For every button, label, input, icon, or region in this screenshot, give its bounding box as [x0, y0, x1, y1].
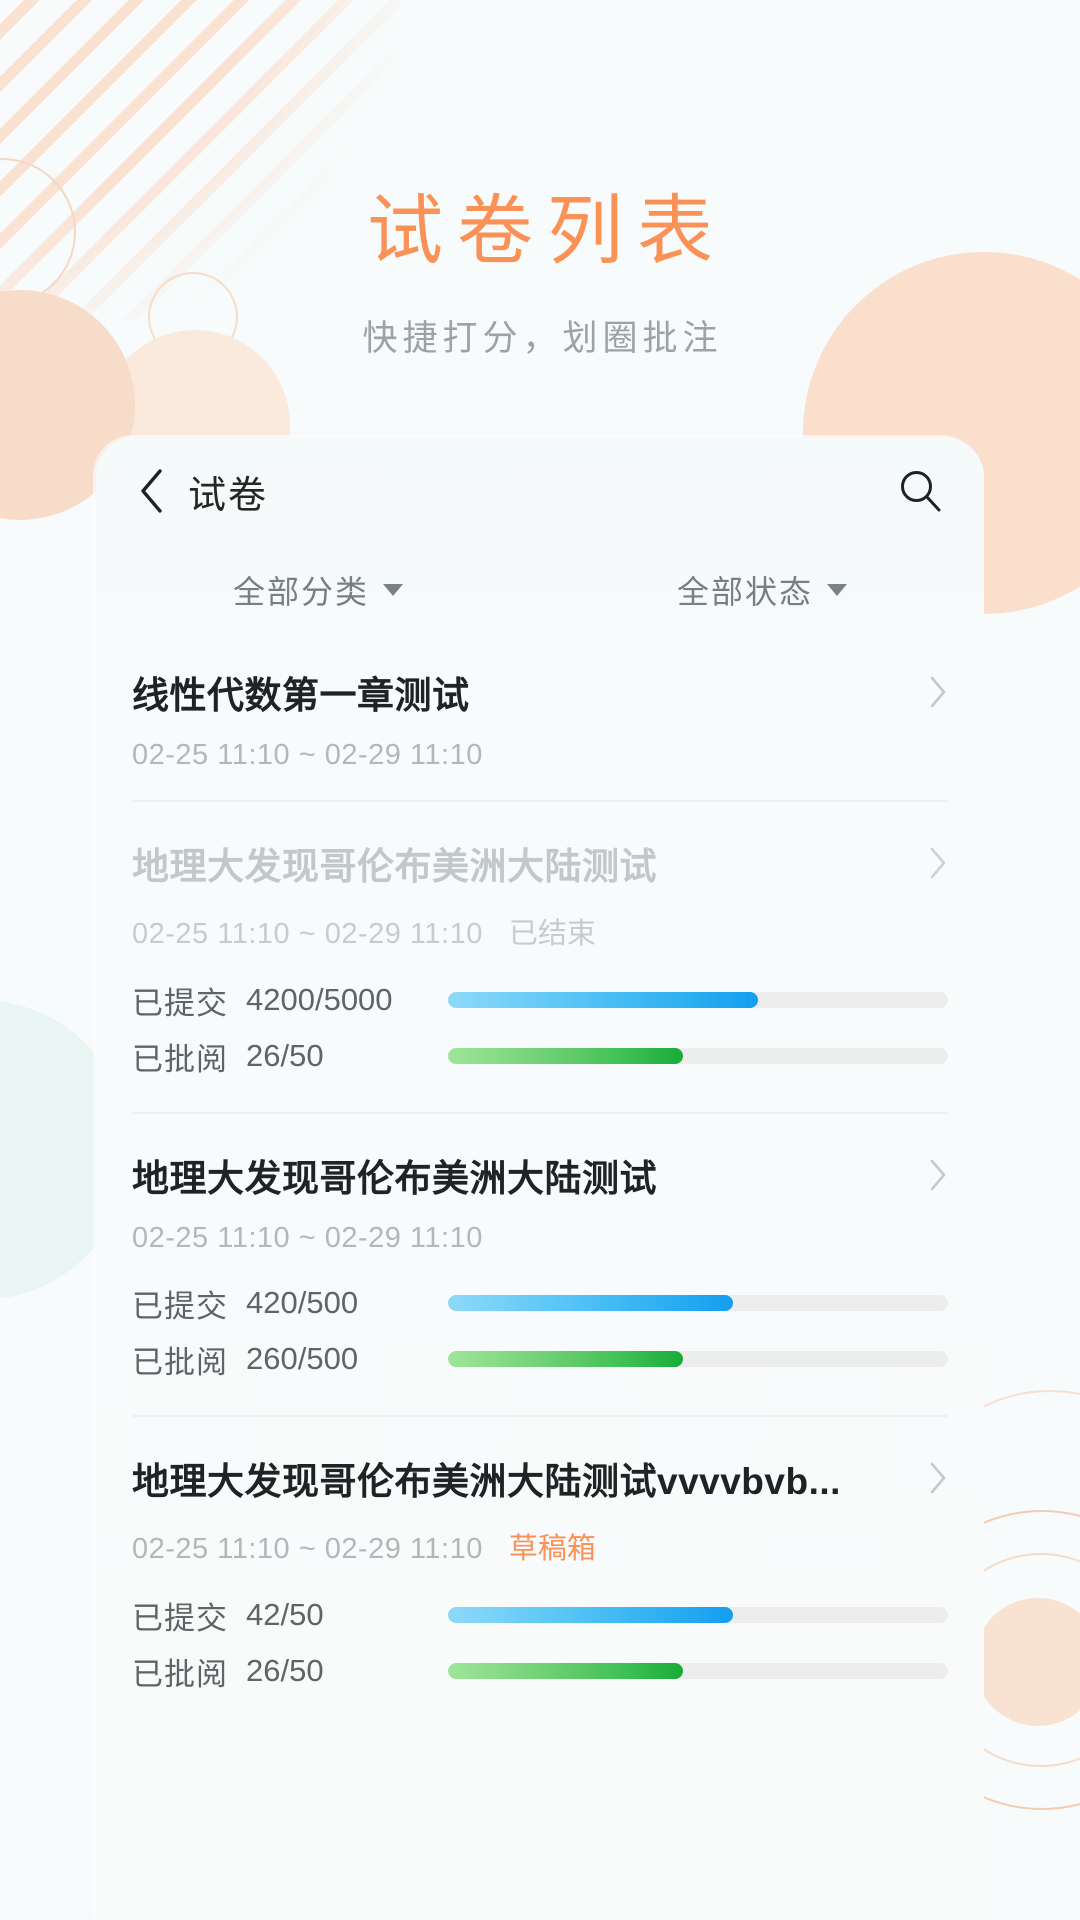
list-item-title: 地理大发现哥伦布美洲大陆测试vvvvbvb...	[132, 1461, 841, 1502]
list-item-header: 地理大发现哥伦布美洲大陆测试	[132, 836, 948, 890]
progress-label-submitted: 已提交	[132, 1288, 228, 1324]
progress-label-reviewed: 已批阅	[132, 1344, 228, 1380]
progress-fill-reviewed	[448, 1663, 683, 1679]
status-badge: 草稿箱	[508, 1533, 596, 1565]
list-item[interactable]: 地理大发现哥伦布美洲大陆测试vvvvbvb... 02-25 11:10 ~ 0…	[132, 1417, 948, 1727]
chevron-down-icon	[827, 584, 847, 596]
filter-category-label: 全部分类	[232, 574, 369, 610]
progress-fill-reviewed	[448, 1351, 683, 1367]
progress-value-reviewed: 26/50	[246, 1653, 324, 1688]
list-item-header: 地理大发现哥伦布美洲大陆测试	[132, 1148, 948, 1202]
chevron-right-icon[interactable]	[912, 675, 948, 709]
phone-screen-card: 试卷 全部分类 全部状态 线性代数第一章测试 02-25 11:10 ~ 02-…	[96, 437, 984, 1920]
progress-row-submitted: 已提交 420/500	[132, 1275, 948, 1331]
chevron-left-icon[interactable]	[130, 469, 174, 513]
progress-value-reviewed: 26/50	[246, 1038, 324, 1073]
progress-value-submitted: 420/500	[246, 1285, 359, 1320]
progress-track-submitted	[448, 992, 948, 1008]
filter-status-label: 全部状态	[676, 574, 813, 610]
progress-row-reviewed: 已批阅 26/50	[132, 1643, 948, 1699]
progress-fill-reviewed	[448, 1048, 683, 1064]
list-item-date-range: 02-25 11:10 ~ 02-29 11:10	[132, 1222, 483, 1254]
list-item[interactable]: 地理大发现哥伦布美洲大陆测试 02-25 11:10 ~ 02-29 11:10…	[132, 802, 948, 1114]
progress-row-submitted: 已提交 4200/5000	[132, 972, 948, 1028]
list-item-meta: 02-25 11:10 ~ 02-29 11:10 已结束	[132, 910, 948, 952]
navigation-bar: 试卷	[96, 437, 984, 545]
list-item-progress-group: 已提交 42/50 已批阅 26/50	[132, 1587, 948, 1699]
progress-track-reviewed	[448, 1351, 948, 1367]
progress-label-reviewed: 已批阅	[132, 1656, 228, 1692]
progress-value-reviewed: 260/500	[246, 1341, 359, 1376]
chevron-right-icon[interactable]	[912, 1158, 948, 1192]
filter-status-dropdown[interactable]: 全部状态	[540, 567, 984, 613]
progress-label-submitted: 已提交	[132, 985, 228, 1021]
progress-value-submitted: 42/50	[246, 1597, 324, 1632]
list-item[interactable]: 地理大发现哥伦布美洲大陆测试 02-25 11:10 ~ 02-29 11:10…	[132, 1114, 948, 1417]
progress-label-submitted: 已提交	[132, 1600, 228, 1636]
progress-track-submitted	[448, 1295, 948, 1311]
page-title: 试卷列表	[367, 189, 727, 274]
progress-fill-submitted	[448, 1607, 733, 1623]
paper-list: 线性代数第一章测试 02-25 11:10 ~ 02-29 11:10 地理大发…	[96, 631, 984, 1727]
search-icon[interactable]	[894, 465, 946, 517]
list-item-meta: 02-25 11:10 ~ 02-29 11:10	[132, 739, 948, 772]
list-item-title: 线性代数第一章测试	[132, 675, 470, 716]
filter-category-dropdown[interactable]: 全部分类	[96, 567, 540, 613]
list-item-header: 地理大发现哥伦布美洲大陆测试vvvvbvb...	[132, 1451, 948, 1505]
progress-track-submitted	[448, 1607, 948, 1623]
list-item-date-range: 02-25 11:10 ~ 02-29 11:10	[132, 739, 483, 771]
list-item-date-range: 02-25 11:10 ~ 02-29 11:10	[132, 918, 483, 950]
chevron-down-icon	[383, 584, 403, 596]
list-item-header: 线性代数第一章测试	[132, 665, 948, 719]
page-header: 试卷列表 快捷打分，划圈批注	[0, 0, 1080, 361]
list-item-progress-group: 已提交 4200/5000 已批阅 26/50	[132, 972, 948, 1084]
list-item-title: 地理大发现哥伦布美洲大陆测试	[132, 846, 657, 887]
progress-fill-submitted	[448, 1295, 733, 1311]
list-item-title: 地理大发现哥伦布美洲大陆测试	[132, 1158, 657, 1199]
status-badge: 已结束	[508, 918, 596, 950]
chevron-right-icon[interactable]	[912, 846, 948, 880]
nav-title: 试卷	[188, 474, 269, 517]
list-item-meta: 02-25 11:10 ~ 02-29 11:10 草稿箱	[132, 1525, 948, 1567]
list-item-meta: 02-25 11:10 ~ 02-29 11:10	[132, 1222, 948, 1255]
list-item-progress-group: 已提交 420/500 已批阅 260/500	[132, 1275, 948, 1387]
list-item[interactable]: 线性代数第一章测试 02-25 11:10 ~ 02-29 11:10	[132, 631, 948, 802]
progress-label-reviewed: 已批阅	[132, 1041, 228, 1077]
progress-row-reviewed: 已批阅 26/50	[132, 1028, 948, 1084]
filter-row: 全部分类 全部状态	[96, 545, 984, 631]
list-item-date-range: 02-25 11:10 ~ 02-29 11:10	[132, 1533, 483, 1565]
progress-track-reviewed	[448, 1048, 948, 1064]
progress-fill-submitted	[448, 992, 758, 1008]
progress-row-submitted: 已提交 42/50	[132, 1587, 948, 1643]
progress-track-reviewed	[448, 1663, 948, 1679]
progress-row-reviewed: 已批阅 260/500	[132, 1331, 948, 1387]
chevron-right-icon[interactable]	[912, 1461, 948, 1495]
page-subtitle: 快捷打分，划圈批注	[362, 318, 723, 358]
progress-value-submitted: 4200/5000	[246, 982, 393, 1017]
